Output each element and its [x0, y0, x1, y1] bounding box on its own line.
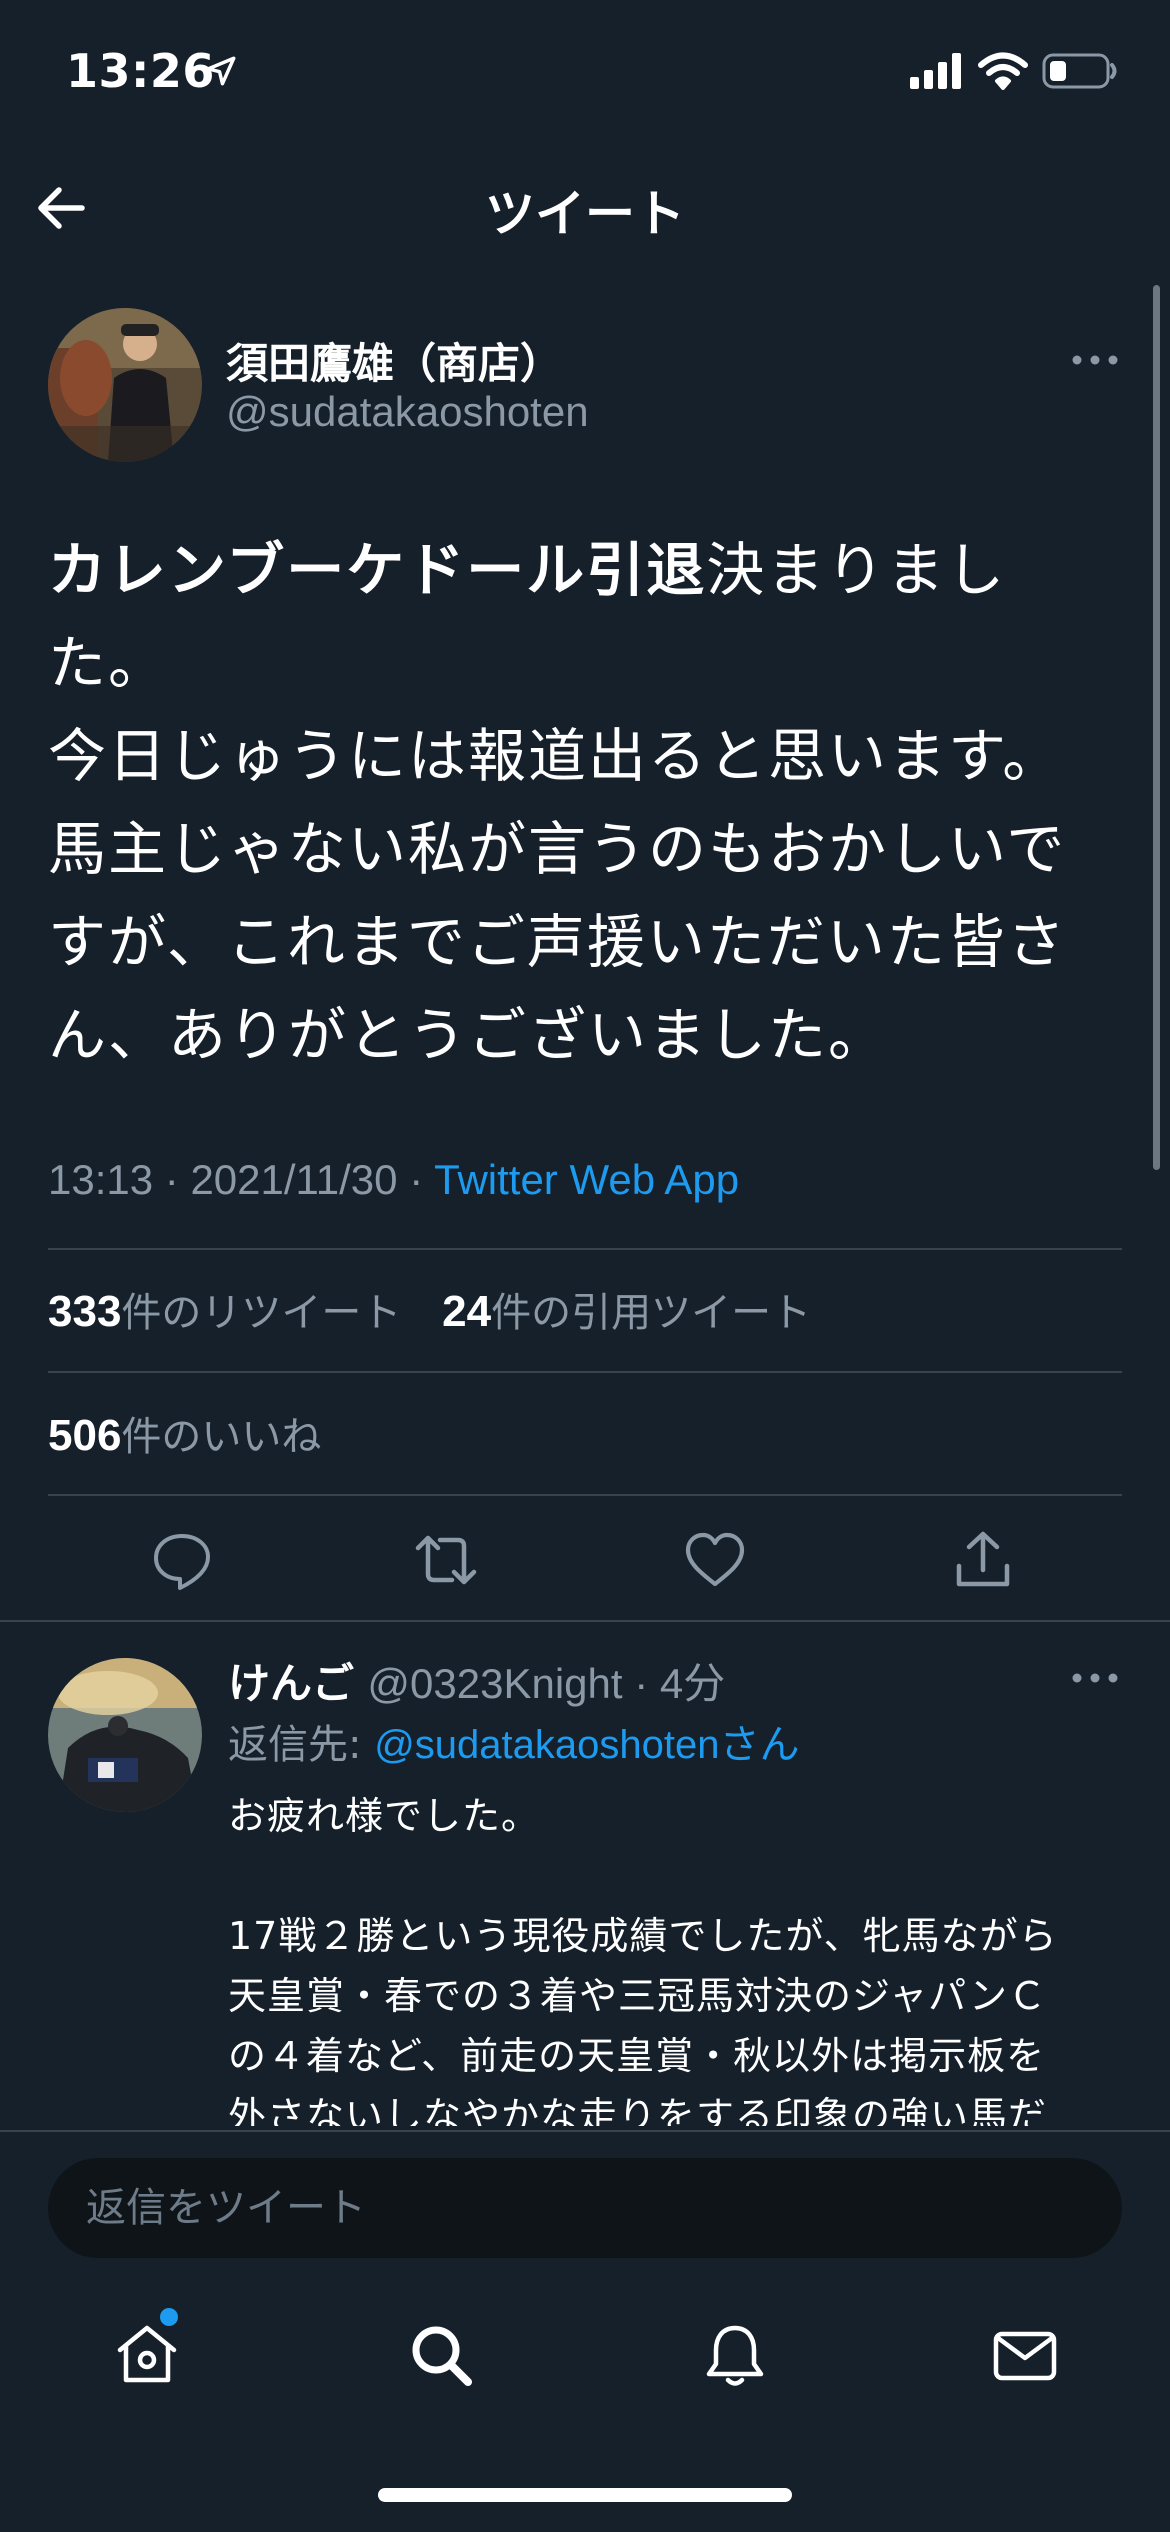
share-icon[interactable] [951, 1528, 1015, 1592]
home-notification-dot [160, 2308, 178, 2326]
tab-bar [0, 2262, 1170, 2442]
home-indicator[interactable] [378, 2488, 792, 2502]
battery-icon [1042, 53, 1117, 89]
scrollbar[interactable] [1153, 285, 1160, 1170]
reply-to-line: 返信先: @sudatakaoshotenさん [228, 1722, 800, 1768]
status-bar: 13:26 [0, 0, 1170, 150]
reply-more-options-icon[interactable] [1070, 1668, 1120, 1688]
reply-input[interactable]: 返信をツイート [48, 2158, 1122, 2258]
reply-avatar[interactable] [48, 1658, 202, 1812]
like-icon[interactable] [683, 1528, 747, 1592]
reply-age: 4分 [659, 1660, 726, 1707]
status-time: 13:26 [66, 44, 215, 98]
reply-to-handle[interactable]: @sudatakaoshoten [374, 1723, 719, 1767]
author-name[interactable]: 須田鷹雄（商店） [226, 330, 562, 391]
search-icon[interactable] [406, 2320, 476, 2390]
author-avatar[interactable] [48, 308, 202, 462]
wifi-icon [978, 52, 1028, 90]
quotes-stat[interactable]: 24件の引用ツイート [442, 1287, 811, 1336]
divider [48, 1248, 1122, 1250]
location-arrow-icon [206, 56, 236, 86]
divider [48, 1494, 1122, 1496]
more-options-icon[interactable] [1070, 350, 1120, 370]
reply-author-handle[interactable]: @0323Knight [367, 1660, 622, 1707]
tweet-meta: 13:13 · 2021/11/30 · Twitter Web App [48, 1156, 740, 1203]
navbar: ツイート [0, 150, 1170, 260]
divider [0, 1620, 1170, 1622]
tweet-actions [0, 1510, 1170, 1610]
home-icon[interactable] [112, 2320, 182, 2390]
reply-header: けんご @0323Knight · 4分 [228, 1659, 726, 1708]
author-handle[interactable]: @sudatakaoshoten [226, 388, 589, 436]
reply-icon[interactable] [150, 1528, 214, 1592]
tweet-text-highlight: カレンブーケドール引退 [48, 536, 707, 604]
tweet-source-link[interactable]: Twitter Web App [434, 1156, 739, 1203]
tweet-text: カレンブーケドール引退決まりまし た。 今日じゅうには報道出ると思います。 馬主… [48, 536, 1067, 1069]
divider [48, 1371, 1122, 1373]
retweet-icon[interactable] [414, 1528, 478, 1592]
tweet-time: 13:13 [48, 1156, 154, 1203]
stats-row: 333件のリツイート 24件の引用ツイート [48, 1280, 839, 1338]
reply-author-name[interactable]: けんご [228, 1659, 354, 1708]
likes-row: 506件のいいね [48, 1404, 349, 1462]
reply-text: お疲れ様でした。 17戦２勝という現役成績でしたが、牝馬ながら 天皇賞・春での３… [228, 1794, 1058, 2126]
page-title: ツイート [485, 185, 685, 243]
retweets-stat[interactable]: 333件のリツイート [48, 1287, 401, 1336]
likes-stat[interactable]: 506件のいいね [48, 1411, 321, 1460]
tweet-date: 2021/11/30 [190, 1156, 398, 1203]
notifications-icon[interactable] [700, 2320, 770, 2390]
compose-bar: 返信をツイート [0, 2130, 1170, 2260]
messages-icon[interactable] [990, 2320, 1060, 2390]
signal-icon [910, 53, 961, 89]
